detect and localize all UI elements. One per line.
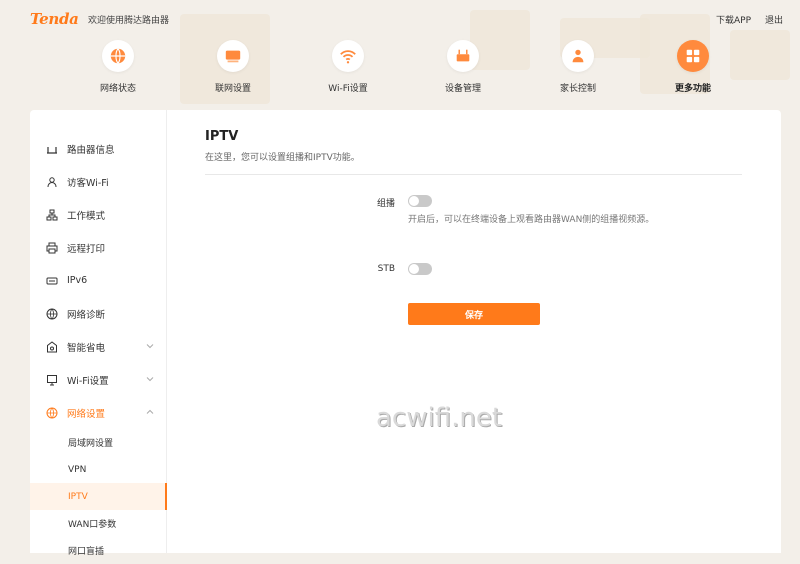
top-bar: Tenda 欢迎使用腾达路由器 下载APP 退出	[0, 0, 800, 36]
device-icon	[456, 49, 470, 62]
page-description: 在这里，您可以设置组播和IPTV功能。	[205, 153, 360, 163]
sidebar-item-remote-print[interactable]: 远程打印	[30, 231, 166, 264]
sidebar-item-work-mode[interactable]: 工作模式	[30, 198, 166, 231]
sidebar-subitem-port-blind[interactable]: 网口盲插	[30, 537, 166, 564]
nav-more-features[interactable]: 更多功能	[653, 40, 733, 94]
nav-network-status[interactable]: 网络状态	[78, 40, 158, 94]
diagnose-icon	[46, 308, 58, 320]
multicast-label: 组播	[376, 199, 395, 209]
watermark: acwifi.net	[376, 403, 503, 433]
save-button[interactable]: 保存	[408, 303, 540, 325]
page-title: IPTV	[205, 129, 239, 144]
router-info-icon	[46, 143, 58, 155]
welcome-text: 欢迎使用腾达路由器	[88, 16, 170, 26]
sidebar-item-guest-wifi[interactable]: 访客Wi-Fi	[30, 165, 166, 198]
nav-internet-settings[interactable]: 联网设置	[193, 40, 273, 94]
sidebar-subitem-wan-params[interactable]: WAN口参数	[30, 510, 166, 537]
chevron-up-icon	[146, 409, 154, 414]
router-icon	[225, 50, 241, 63]
power-icon	[46, 340, 58, 353]
multicast-hint: 开启后，可以在终端设备上观看路由器WAN侧的组播视频源。	[408, 215, 655, 225]
sidebar-item-router-info[interactable]: 路由器信息	[30, 132, 166, 165]
main-panel: 路由器信息 访客Wi-Fi 工作模式 远程打印 IPv6 网络诊断 智能省电 W…	[30, 110, 781, 557]
stb-label: STB	[377, 264, 395, 274]
sidebar-item-ipv6[interactable]: IPv6	[30, 264, 166, 297]
wifi-settings-icon	[46, 374, 58, 386]
logout-link[interactable]: 退出	[765, 13, 783, 26]
mode-icon	[46, 209, 58, 221]
sidebar-item-smart-power[interactable]: 智能省电	[30, 330, 166, 363]
printer-icon	[46, 242, 58, 254]
chevron-down-icon	[146, 344, 154, 349]
sidebar: 路由器信息 访客Wi-Fi 工作模式 远程打印 IPv6 网络诊断 智能省电 W…	[30, 110, 167, 557]
multicast-toggle[interactable]	[408, 195, 432, 207]
grid-icon	[686, 49, 700, 63]
sidebar-subitem-iptv[interactable]: IPTV	[30, 483, 167, 510]
sidebar-item-wifi-settings[interactable]: Wi-Fi设置	[30, 363, 166, 396]
guest-icon	[46, 176, 58, 188]
nav-parental-control[interactable]: 家长控制	[538, 40, 618, 94]
stb-toggle[interactable]	[408, 263, 432, 275]
globe-icon	[110, 48, 126, 64]
ipv6-icon	[46, 275, 58, 287]
download-app-link[interactable]: 下载APP	[716, 13, 751, 26]
chevron-down-icon	[146, 377, 154, 382]
nav-device-management[interactable]: 设备管理	[423, 40, 503, 94]
sidebar-subitem-lan[interactable]: 局域网设置	[30, 429, 166, 456]
network-settings-icon	[46, 407, 58, 419]
tenda-logo: Tenda	[30, 10, 79, 28]
sidebar-item-network-settings[interactable]: 网络设置	[30, 396, 166, 429]
sidebar-item-network-diagnosis[interactable]: 网络诊断	[30, 297, 166, 330]
divider	[205, 174, 742, 175]
parental-icon	[572, 49, 584, 63]
sidebar-subitem-vpn[interactable]: VPN	[30, 456, 166, 483]
wifi-icon	[340, 50, 356, 64]
nav-wifi-settings[interactable]: Wi-Fi设置	[308, 40, 388, 94]
main-nav: 网络状态 联网设置 Wi-Fi设置 设备管理 家长控制 更多功能	[0, 40, 800, 104]
